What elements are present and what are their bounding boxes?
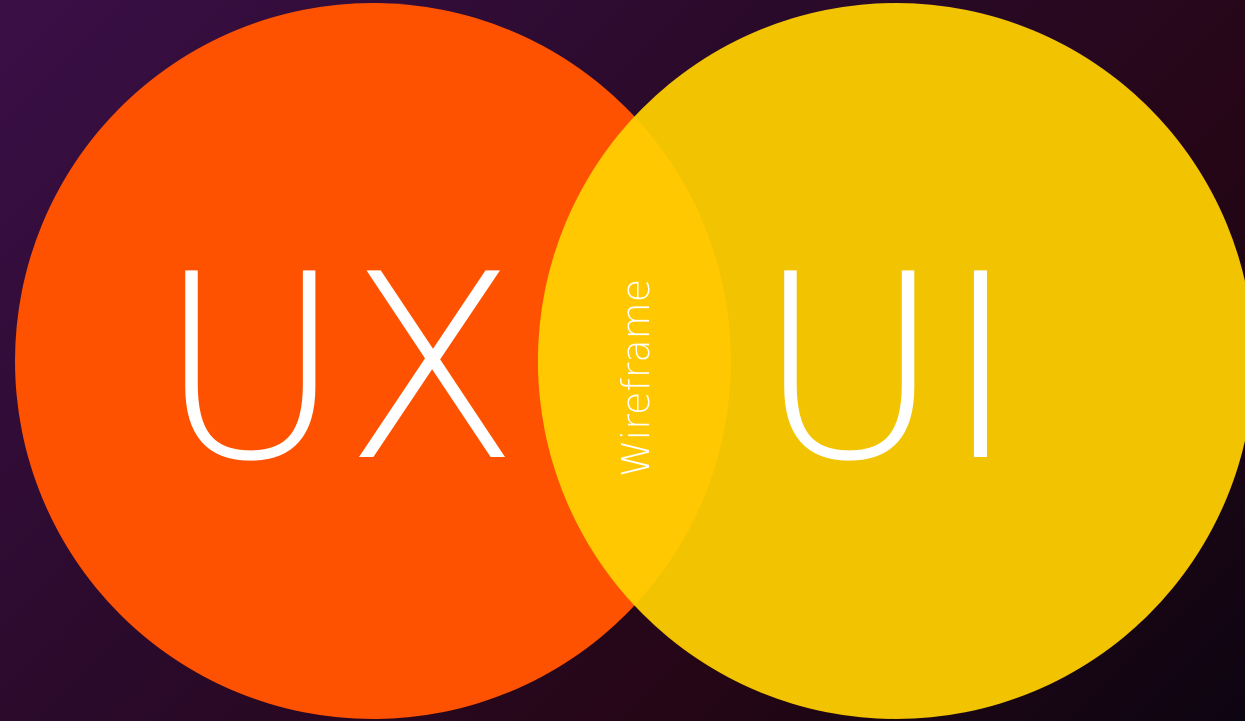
wireframe-label: Wireframe <box>614 279 658 477</box>
ui-label: UI <box>756 220 1019 518</box>
venn-diagram: UX UI Wireframe <box>0 0 1245 721</box>
venn-svg: UX UI Wireframe <box>15 3 1245 719</box>
ux-label: UX <box>157 220 520 518</box>
